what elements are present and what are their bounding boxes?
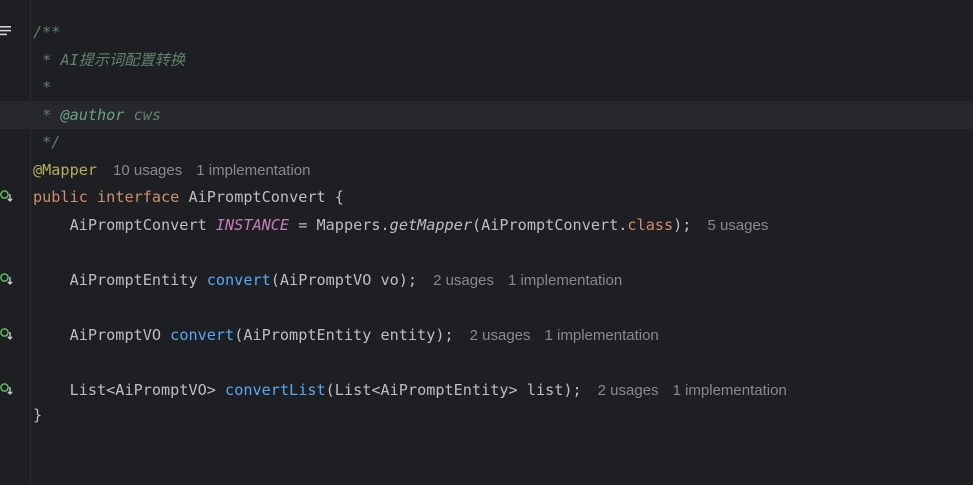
code-line[interactable]: } bbox=[33, 402, 42, 429]
gutter-separator bbox=[30, 0, 31, 485]
method-params: (AiPromptVO vo); bbox=[270, 271, 418, 289]
implemented-down-arrow-icon[interactable] bbox=[0, 383, 13, 396]
keyword-class: class bbox=[627, 216, 674, 234]
usages-hint[interactable]: 10 usages bbox=[113, 162, 182, 179]
code-line[interactable]: * @author cws bbox=[33, 102, 161, 129]
implemented-down-arrow-icon[interactable] bbox=[0, 328, 13, 341]
return-type: AiPromptVO bbox=[69, 326, 162, 344]
code-line[interactable]: AiPromptEntity convert(AiPromptVO vo); 2 … bbox=[33, 267, 623, 294]
return-type: List<AiPromptVO> bbox=[69, 381, 216, 399]
code-line[interactable]: List<AiPromptVO> convertList(List<AiProm… bbox=[33, 377, 787, 404]
code-line[interactable]: @Mapper 10 usages 1 implementation bbox=[33, 157, 310, 184]
implementations-hint[interactable]: 1 implementation bbox=[545, 327, 659, 344]
code-line[interactable]: AiPromptVO convert(AiPromptEntity entity… bbox=[33, 322, 659, 349]
return-type: AiPromptEntity bbox=[69, 271, 198, 289]
keyword-interface: interface bbox=[97, 188, 180, 206]
javadoc-author-name: cws bbox=[133, 106, 162, 124]
method-name: convert bbox=[206, 271, 271, 289]
field-instance: INSTANCE bbox=[215, 216, 290, 234]
keyword-public: public bbox=[33, 188, 88, 206]
method-params: (AiPromptEntity entity); bbox=[234, 326, 454, 344]
code-line[interactable]: public interface AiPromptConvert { bbox=[33, 184, 344, 211]
usages-hint[interactable]: 2 usages bbox=[470, 327, 531, 344]
open-brace: { bbox=[334, 188, 344, 206]
code-line[interactable]: /** bbox=[33, 19, 60, 46]
usages-hint[interactable]: 5 usages bbox=[707, 217, 768, 234]
assign-operator: = bbox=[298, 216, 308, 234]
usages-hint[interactable]: 2 usages bbox=[433, 272, 494, 289]
implemented-down-arrow-icon[interactable] bbox=[0, 273, 13, 286]
method-name: convertList bbox=[225, 381, 326, 399]
method-params: (List<AiPromptEntity> list); bbox=[325, 381, 582, 399]
code-line[interactable]: * AI提示词配置转换 bbox=[33, 47, 185, 74]
field-type: AiPromptConvert bbox=[69, 216, 207, 234]
code-line[interactable]: AiPromptConvert INSTANCE = Mappers.getMa… bbox=[33, 212, 769, 239]
interface-name: AiPromptConvert bbox=[188, 188, 326, 206]
implementations-hint[interactable]: 1 implementation bbox=[673, 382, 787, 399]
code-line[interactable]: */ bbox=[33, 129, 60, 156]
code-line[interactable]: * bbox=[33, 74, 51, 101]
method-name: convert bbox=[170, 326, 235, 344]
usages-hint[interactable]: 2 usages bbox=[598, 382, 659, 399]
implementations-hint[interactable]: 1 implementation bbox=[196, 162, 310, 179]
call-close: ); bbox=[673, 216, 692, 234]
editor-gutter bbox=[0, 0, 30, 485]
javadoc-open: /** bbox=[33, 23, 61, 41]
javadoc-author-tag: @author bbox=[60, 106, 125, 124]
javadoc-prefix: * bbox=[33, 106, 61, 124]
mapper-annotation: @Mapper bbox=[33, 161, 98, 179]
fold-lines-icon[interactable] bbox=[0, 26, 11, 36]
javadoc-title: * AI提示词配置转换 bbox=[33, 51, 186, 69]
call-args: (AiPromptConvert. bbox=[471, 216, 628, 234]
call-object: Mappers. bbox=[316, 216, 390, 234]
close-brace: } bbox=[33, 406, 43, 424]
implemented-down-arrow-icon[interactable] bbox=[0, 190, 13, 203]
javadoc-close: */ bbox=[33, 133, 61, 151]
call-method: getMapper bbox=[389, 216, 472, 234]
javadoc-blank: * bbox=[33, 78, 52, 96]
implementations-hint[interactable]: 1 implementation bbox=[508, 272, 622, 289]
